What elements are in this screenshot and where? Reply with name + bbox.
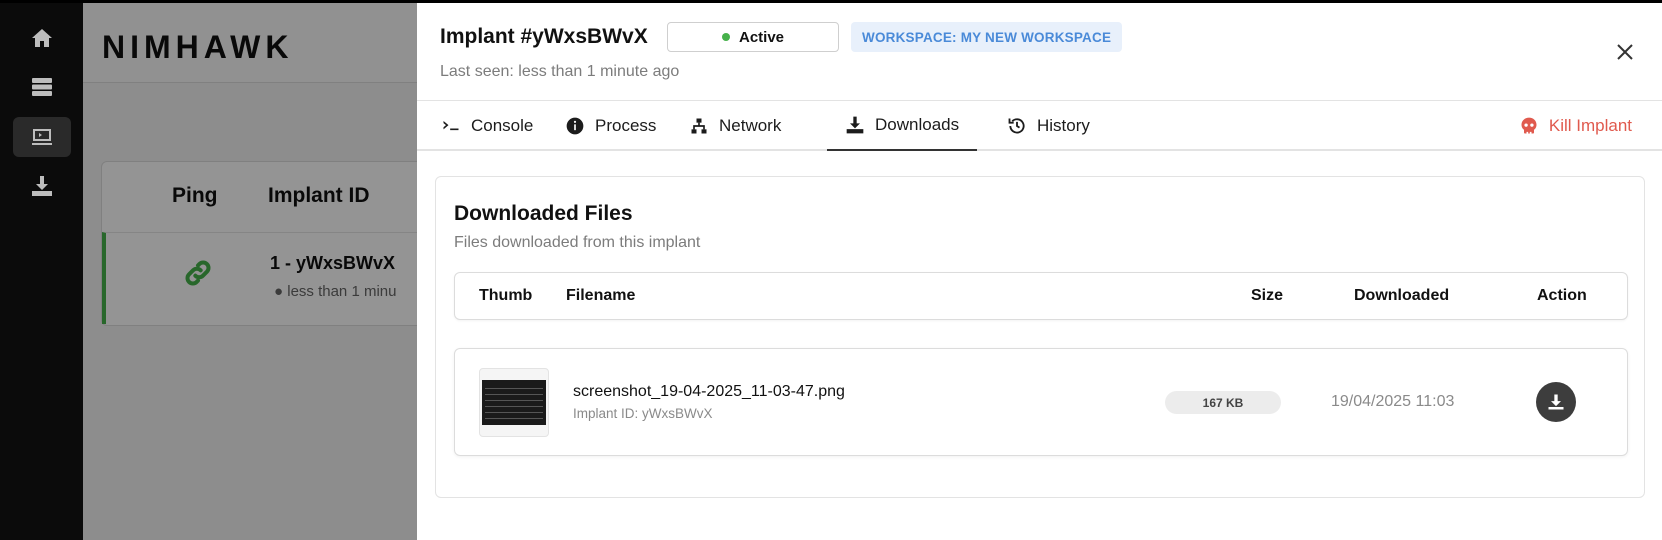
backdrop-overlay[interactable] bbox=[83, 0, 423, 540]
network-icon bbox=[691, 118, 707, 134]
tab-process[interactable]: Process bbox=[553, 101, 668, 151]
table-header: Thumb Filename Size Downloaded Action bbox=[454, 272, 1628, 320]
tab-label: Process bbox=[595, 116, 657, 135]
close-button[interactable] bbox=[1616, 43, 1634, 61]
tab-bar: Console Process Network Downloads Histor… bbox=[417, 101, 1662, 151]
download-icon bbox=[1548, 394, 1564, 410]
drawer-title: Implant #yWxsBWvX bbox=[440, 25, 648, 48]
status-label: Active bbox=[738, 28, 785, 46]
column-size: Size bbox=[1251, 287, 1284, 304]
tab-console[interactable]: Console bbox=[429, 101, 545, 151]
sidebar-item-downloads[interactable] bbox=[13, 166, 71, 206]
file-thumbnail[interactable] bbox=[479, 368, 549, 437]
status-dot-icon bbox=[721, 33, 730, 41]
tab-label: Downloads bbox=[875, 115, 960, 134]
file-downloaded-date: 19/04/2025 11:03 bbox=[1331, 393, 1455, 410]
servers-icon bbox=[32, 78, 52, 96]
tab-label: History bbox=[1037, 116, 1090, 135]
drawer-header: Implant #yWxsBWvX Active WORKSPACE: MY N… bbox=[417, 3, 1662, 101]
screenshot-thumbnail-image bbox=[482, 380, 546, 425]
sidebar-item-home[interactable] bbox=[13, 18, 71, 58]
tab-label: Console bbox=[471, 116, 534, 135]
column-thumb: Thumb bbox=[479, 287, 533, 304]
download-icon bbox=[846, 116, 864, 134]
file-name: screenshot_19-04-2025_11-03-47.png bbox=[573, 383, 845, 400]
sidebar-item-servers[interactable] bbox=[13, 67, 71, 107]
file-implant-id: Implant ID: yWxsBWvX bbox=[573, 406, 713, 421]
card-subtitle: Files downloaded from this implant bbox=[454, 234, 701, 251]
table-row: screenshot_19-04-2025_11-03-47.png Impla… bbox=[454, 348, 1628, 456]
kill-implant-label: Kill Implant bbox=[1548, 116, 1632, 135]
column-downloaded: Downloaded bbox=[1354, 287, 1450, 304]
column-filename: Filename bbox=[566, 287, 636, 304]
column-action: Action bbox=[1537, 287, 1587, 304]
close-icon bbox=[1617, 44, 1633, 60]
kill-implant-button[interactable]: Kill Implant bbox=[1507, 101, 1644, 151]
tab-downloads[interactable]: Downloads bbox=[827, 101, 978, 151]
downloads-card: Downloaded Files Files downloaded from t… bbox=[435, 176, 1645, 498]
sidebar-item-implants[interactable] bbox=[13, 117, 71, 157]
sidebar-rail bbox=[0, 0, 83, 540]
tab-label: Network bbox=[719, 116, 782, 135]
history-icon bbox=[1008, 118, 1025, 134]
info-icon bbox=[566, 117, 584, 135]
card-title: Downloaded Files bbox=[454, 202, 633, 225]
home-icon bbox=[32, 29, 52, 47]
terminal-icon bbox=[443, 121, 459, 131]
tab-history[interactable]: History bbox=[995, 101, 1102, 151]
skull-icon bbox=[1521, 117, 1537, 134]
downloads-icon bbox=[32, 176, 52, 196]
workspace-badge: WORKSPACE: MY NEW WORKSPACE bbox=[851, 22, 1123, 52]
implants-icon bbox=[32, 129, 52, 145]
file-size-badge: 167 KB bbox=[1165, 391, 1281, 414]
last-seen: Last seen: less than 1 minute ago bbox=[440, 63, 680, 80]
status-badge: Active bbox=[667, 22, 839, 52]
implant-drawer: Implant #yWxsBWvX Active WORKSPACE: MY N… bbox=[417, 0, 1662, 540]
download-file-button[interactable] bbox=[1536, 382, 1576, 422]
tab-network[interactable]: Network bbox=[677, 101, 793, 151]
